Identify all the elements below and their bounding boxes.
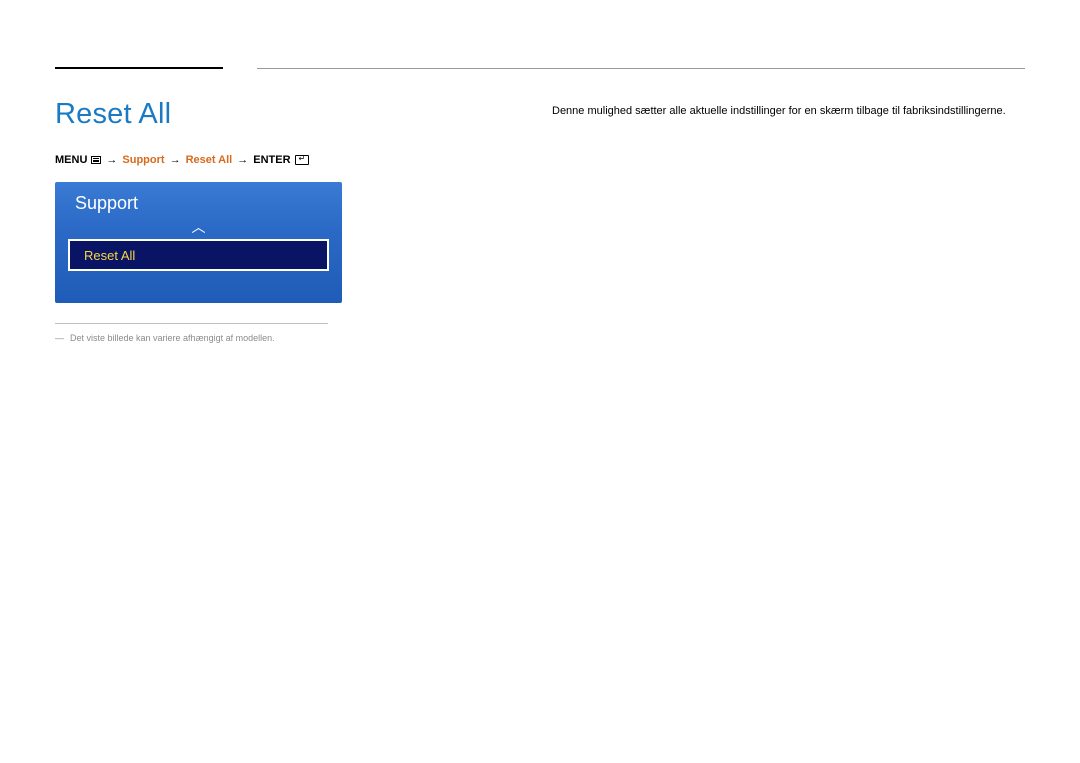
enter-icon bbox=[295, 155, 309, 165]
header-bar-long bbox=[257, 68, 1025, 69]
footnote: ― Det viste billede kan variere afhængig… bbox=[55, 333, 275, 343]
breadcrumb-menu-label: MENU bbox=[55, 154, 87, 166]
page-title: Reset All bbox=[55, 98, 171, 131]
breadcrumb: MENU → Support → Reset All → ENTER bbox=[55, 154, 309, 166]
breadcrumb-enter-label: ENTER bbox=[253, 154, 290, 166]
menu-panel: Support ︿ Reset All bbox=[55, 182, 342, 303]
menu-item-reset-all[interactable]: Reset All bbox=[68, 239, 329, 271]
chevron-up-icon[interactable]: ︿ bbox=[55, 220, 342, 234]
menu-panel-header: Support bbox=[55, 193, 342, 214]
breadcrumb-support: Support bbox=[122, 154, 164, 166]
description-text: Denne mulighed sætter alle aktuelle inds… bbox=[552, 104, 1022, 119]
breadcrumb-arrow-3: → bbox=[237, 154, 248, 166]
breadcrumb-reset-all: Reset All bbox=[186, 154, 233, 166]
breadcrumb-arrow-1: → bbox=[106, 154, 117, 166]
breadcrumb-arrow-2: → bbox=[170, 154, 181, 166]
menu-item-label: Reset All bbox=[84, 248, 135, 263]
footnote-text: Det viste billede kan variere afhængigt … bbox=[70, 333, 275, 343]
header-bar-short bbox=[55, 67, 223, 69]
divider bbox=[55, 323, 328, 324]
footnote-dash: ― bbox=[55, 333, 64, 343]
menu-icon bbox=[91, 156, 101, 164]
